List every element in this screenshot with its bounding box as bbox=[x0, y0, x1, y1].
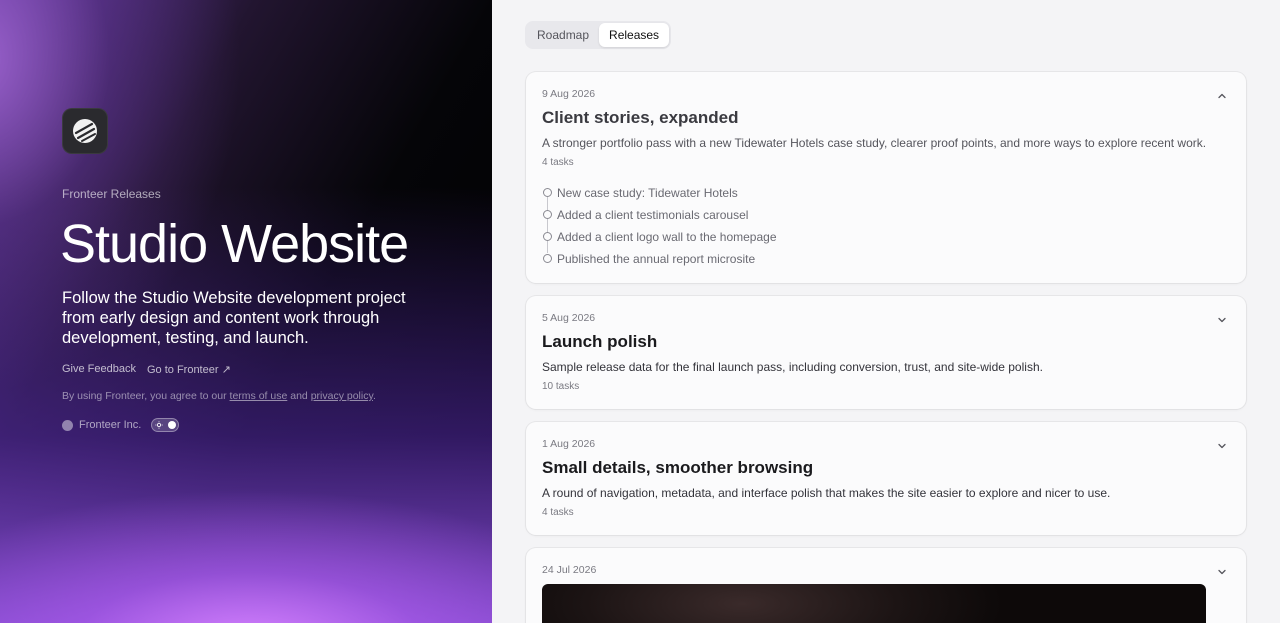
release-description: A round of navigation, metadata, and int… bbox=[542, 486, 1111, 500]
hero-eyebrow: Fronteer Releases bbox=[62, 187, 161, 201]
task-label: Added a client logo wall to the homepage bbox=[557, 230, 777, 244]
theme-toggle[interactable] bbox=[151, 418, 180, 432]
release-card-jul-24[interactable]: 24 Jul 2026 bbox=[526, 548, 1246, 623]
task-dot-icon bbox=[543, 254, 552, 263]
go-to-fronteer-link[interactable]: Go to Fronteer ↗ bbox=[147, 363, 231, 376]
release-description: A stronger portfolio pass with a new Tid… bbox=[542, 136, 1207, 150]
task-label: New case study: Tidewater Hotels bbox=[557, 186, 738, 200]
release-title: Launch polish bbox=[542, 332, 658, 351]
tab-roadmap[interactable]: Roadmap bbox=[527, 23, 599, 47]
task-dot-icon bbox=[543, 188, 552, 197]
release-title: Small details, smoother browsing bbox=[542, 458, 814, 477]
task-label: Published the annual report microsite bbox=[557, 252, 756, 266]
sun-icon bbox=[155, 421, 164, 429]
task-list: New case study: Tidewater Hotels Added a… bbox=[542, 182, 777, 270]
release-card-launch-polish[interactable]: 5 Aug 2026 Launch polish Sample release … bbox=[526, 296, 1246, 409]
chevron-down-icon[interactable] bbox=[1216, 566, 1228, 578]
releases-panel: Roadmap Releases 9 Aug 2026 Client stori… bbox=[492, 0, 1280, 623]
release-card-client-stories[interactable]: 9 Aug 2026 Client stories, expanded A st… bbox=[526, 72, 1246, 283]
release-date: 5 Aug 2026 bbox=[542, 312, 596, 324]
company-name: Fronteer Inc. bbox=[79, 419, 142, 431]
chevron-down-icon[interactable] bbox=[1216, 314, 1228, 326]
task-count: 10 tasks bbox=[542, 381, 580, 392]
task-item: New case study: Tidewater Hotels bbox=[542, 182, 777, 204]
legal-suffix: . bbox=[372, 390, 376, 402]
chevron-down-icon[interactable] bbox=[1216, 440, 1228, 452]
terms-of-use-link[interactable]: terms of use bbox=[230, 390, 288, 402]
release-title: Client stories, expanded bbox=[542, 108, 739, 127]
chevron-up-icon[interactable] bbox=[1216, 90, 1228, 102]
task-count: 4 tasks bbox=[542, 507, 574, 518]
task-item: Added a client logo wall to the homepage bbox=[542, 226, 777, 248]
task-dot-icon bbox=[543, 210, 552, 219]
release-card-small-details[interactable]: 1 Aug 2026 Small details, smoother brows… bbox=[526, 422, 1246, 535]
release-description: Sample release data for the final launch… bbox=[542, 360, 1043, 374]
release-date: 9 Aug 2026 bbox=[542, 88, 596, 100]
fronteer-logo-icon bbox=[62, 108, 108, 154]
release-date: 1 Aug 2026 bbox=[542, 438, 596, 450]
give-feedback-link[interactable]: Give Feedback bbox=[62, 363, 136, 376]
task-item: Added a client testimonials carousel bbox=[542, 204, 777, 226]
hero-panel: Fronteer Releases Studio Website Follow … bbox=[0, 0, 492, 623]
fronteer-mini-logo-icon bbox=[62, 419, 73, 431]
view-tabs: Roadmap Releases bbox=[525, 21, 672, 49]
company-footer: Fronteer Inc. bbox=[62, 418, 180, 432]
toggle-knob bbox=[168, 421, 177, 429]
page-title: Studio Website bbox=[60, 214, 409, 274]
hero-subtitle: Follow the Studio Website development pr… bbox=[62, 289, 406, 347]
tab-releases[interactable]: Releases bbox=[599, 23, 670, 47]
hero-links: Give Feedback Go to Fronteer ↗ bbox=[62, 363, 231, 376]
release-date: 24 Jul 2026 bbox=[542, 564, 597, 576]
legal-prefix: By using Fronteer, you agree to our bbox=[62, 390, 227, 402]
legal-and: and bbox=[290, 390, 308, 402]
task-count: 4 tasks bbox=[542, 157, 574, 168]
release-cover-image bbox=[542, 584, 1206, 623]
legal-notice: By using Fronteer, you agree to our term… bbox=[62, 390, 376, 402]
task-dot-icon bbox=[543, 232, 552, 241]
task-item: Published the annual report microsite bbox=[542, 248, 777, 270]
privacy-policy-link[interactable]: privacy policy bbox=[311, 390, 373, 402]
task-label: Added a client testimonials carousel bbox=[557, 208, 749, 222]
